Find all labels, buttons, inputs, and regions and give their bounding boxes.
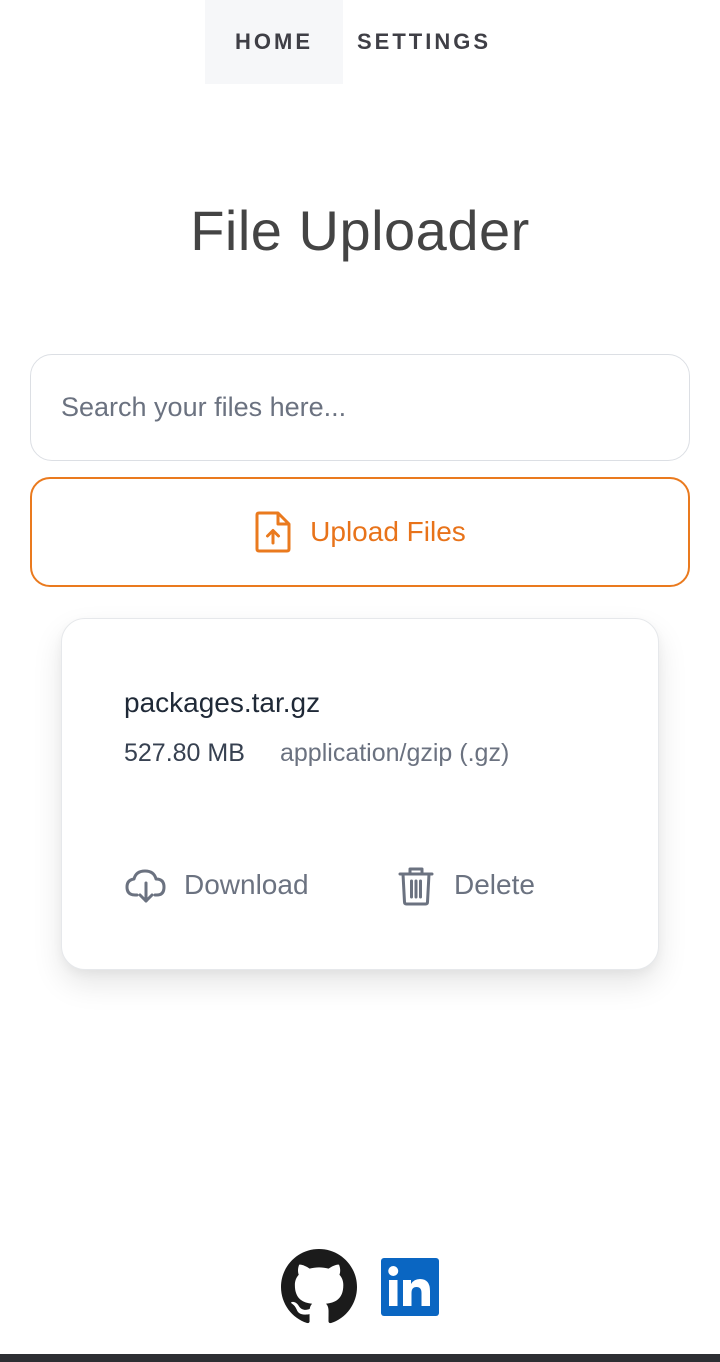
linkedin-icon[interactable] (381, 1258, 439, 1316)
upload-files-label: Upload Files (310, 516, 466, 547)
file-name: packages.tar.gz (124, 687, 321, 718)
file-card: packages.tar.gz 527.80 MB application/gz… (61, 618, 659, 970)
app-page: HOME SETTINGS File Uploader Upload Files… (0, 0, 720, 1362)
download-label: Download (184, 869, 309, 900)
file-upload-icon (254, 510, 292, 554)
tab-settings-label: SETTINGS (356, 29, 491, 54)
delete-label: Delete (454, 869, 535, 900)
upload-files-button[interactable]: Upload Files (30, 477, 690, 587)
footer-social-links (0, 1249, 720, 1325)
github-icon[interactable] (281, 1249, 357, 1325)
download-button[interactable]: Download (124, 863, 309, 907)
tab-settings[interactable]: SETTINGS (343, 0, 505, 84)
tab-home[interactable]: HOME (205, 0, 343, 84)
page-title: File Uploader (190, 199, 530, 262)
search-box (30, 354, 690, 461)
tab-home-label: HOME (235, 29, 313, 54)
file-size: 527.80 MB (124, 739, 245, 767)
file-type: application/gzip (.gz) (280, 739, 510, 767)
trash-icon (394, 863, 438, 907)
top-nav: HOME SETTINGS (0, 0, 720, 84)
search-input[interactable] (61, 392, 659, 423)
bottom-bar (0, 1354, 720, 1362)
delete-button[interactable]: Delete (394, 863, 535, 907)
cloud-download-icon (124, 863, 168, 907)
